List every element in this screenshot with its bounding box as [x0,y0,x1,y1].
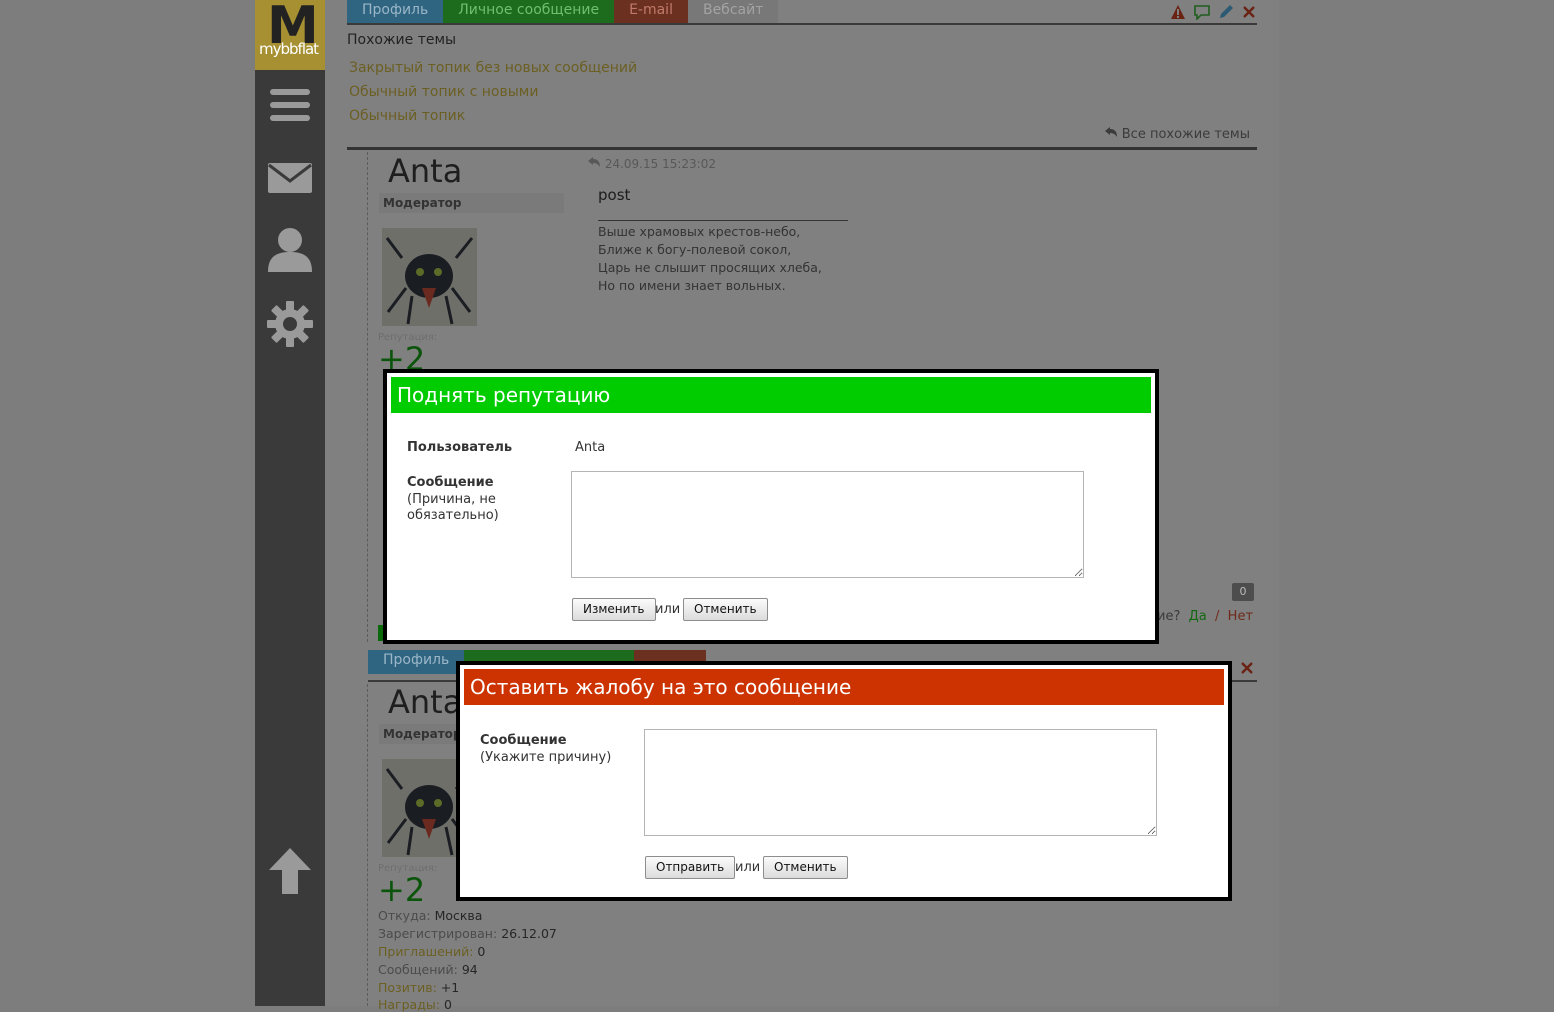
post-divider [598,220,848,221]
reputation-value: +2 [378,871,426,909]
menu-icon[interactable] [267,86,313,124]
message-label: Сообщение [480,733,567,748]
avatar[interactable] [382,228,477,326]
close-icon[interactable] [1240,660,1254,676]
reply-arrow-icon [1104,127,1117,137]
profile-info-line: Приглашений: 0 [378,944,485,959]
profile-info-line: Зарегистрирован: 26.12.07 [378,926,557,941]
helpful-separator: / [1215,609,1220,624]
cancel-button[interactable]: Отменить [763,856,848,879]
reputation-dialog: Поднять репутацию Пользователь Anta Сооб… [383,369,1159,644]
tab-website[interactable]: Вебсайт [687,0,779,24]
post-actions [1170,4,1256,20]
tab-email[interactable]: E-mail [614,0,688,24]
info-value: 26.12.07 [501,926,557,941]
helpful-yes-link[interactable]: Да [1189,609,1207,624]
similar-topic-link[interactable]: Обычный топик [349,108,465,124]
user-value: Anta [575,440,606,455]
message-hint: (Причина, не [407,492,496,507]
dialog-title: Оставить жалобу на это сообщение [464,669,1224,705]
info-key[interactable]: Позитив: [378,980,437,995]
tab-private-message[interactable]: Личное сообщение [443,0,615,24]
report-dialog: Оставить жалобу на это сообщение Сообщен… [456,661,1232,901]
submit-button[interactable]: Изменить [572,598,656,621]
all-similar-topics-link[interactable]: Все похожие темы [1104,127,1250,142]
profile-info-line: Откуда: Москва [378,908,482,923]
poem-line: Ближе к богу-полевой сокол, [598,242,792,257]
dialog-title: Поднять репутацию [391,377,1151,413]
info-key: Сообщений: [378,962,458,977]
info-value: 0 [477,944,486,959]
profile-info-line: Позитив: +1 [378,980,459,995]
info-value: 94 [461,962,478,977]
info-value: 0 [443,997,452,1012]
tab-profile[interactable]: Профиль [368,650,465,674]
message-hint: обязательно) [407,508,499,523]
cancel-button[interactable]: Отменить [683,598,768,621]
report-message-textarea[interactable] [644,729,1157,836]
info-key: Зарегистрирован: [378,926,498,941]
section-divider [347,147,1257,150]
info-key: Откуда: [378,908,431,923]
all-similar-label: Все похожие темы [1121,127,1250,142]
author-name[interactable]: Anta [388,152,462,190]
post-date-text: 24.09.15 15:23:02 [604,157,716,171]
info-value: Москва [434,908,483,923]
message-hint: (Укажите причину) [480,750,612,765]
or-text: или [655,602,681,617]
site-logo[interactable]: M mybbflat [255,0,325,70]
helpful-question-text: ие? [1157,609,1181,624]
profile-info-line: Сообщений: 94 [378,962,478,977]
author-role: Модератор [379,193,564,213]
edit-icon[interactable] [1218,4,1234,20]
helpful-no-link[interactable]: Нет [1228,609,1253,624]
similar-topic-link[interactable]: Обычный топик с новыми [349,84,538,100]
poem-line: Царь не слышит просящих хлеба, [598,260,822,275]
vote-count-badge: 0 [1232,583,1254,601]
comment-icon[interactable] [1194,4,1210,20]
helpful-question: ие? Да / Нет [1157,609,1253,624]
poem-line: Выше храмовых крестов-небо, [598,224,801,239]
gear-icon[interactable] [267,300,313,348]
message-label: Сообщение [407,475,494,490]
arrow-up-icon[interactable] [267,846,313,896]
info-key[interactable]: Приглашений: [378,944,473,959]
mail-icon[interactable] [267,160,313,196]
or-text: или [735,860,761,875]
post-border [367,152,368,642]
info-value: +1 [440,980,460,995]
reputation-message-textarea[interactable] [571,471,1084,578]
left-sidebar: M mybbflat [255,0,325,1006]
author-name[interactable]: Anta [388,683,462,721]
post-title: post [598,186,631,204]
logo-text: mybbflat [259,40,319,58]
user-label: Пользователь [407,440,513,455]
similar-topic-link[interactable]: Закрытый топик без новых сообщений [349,60,637,76]
warning-icon[interactable] [1170,4,1186,20]
close-icon[interactable] [1242,4,1256,20]
info-key[interactable]: Награды: [378,997,440,1012]
profile-info-line: Награды: 0 [378,997,452,1012]
tab-underline [347,23,1257,25]
similar-topics-title: Похожие темы [347,32,457,48]
post-tabs: Профиль Личное сообщение E-mail Вебсайт [347,0,779,24]
poem-line: Но по имени знает вольных. [598,278,786,293]
post-border [367,684,368,1006]
tab-profile[interactable]: Профиль [347,0,444,24]
post-date[interactable]: 24.09.15 15:23:02 [587,157,716,171]
send-button[interactable]: Отправить [645,856,736,879]
reply-arrow-icon [588,157,600,167]
user-icon[interactable] [267,226,313,274]
